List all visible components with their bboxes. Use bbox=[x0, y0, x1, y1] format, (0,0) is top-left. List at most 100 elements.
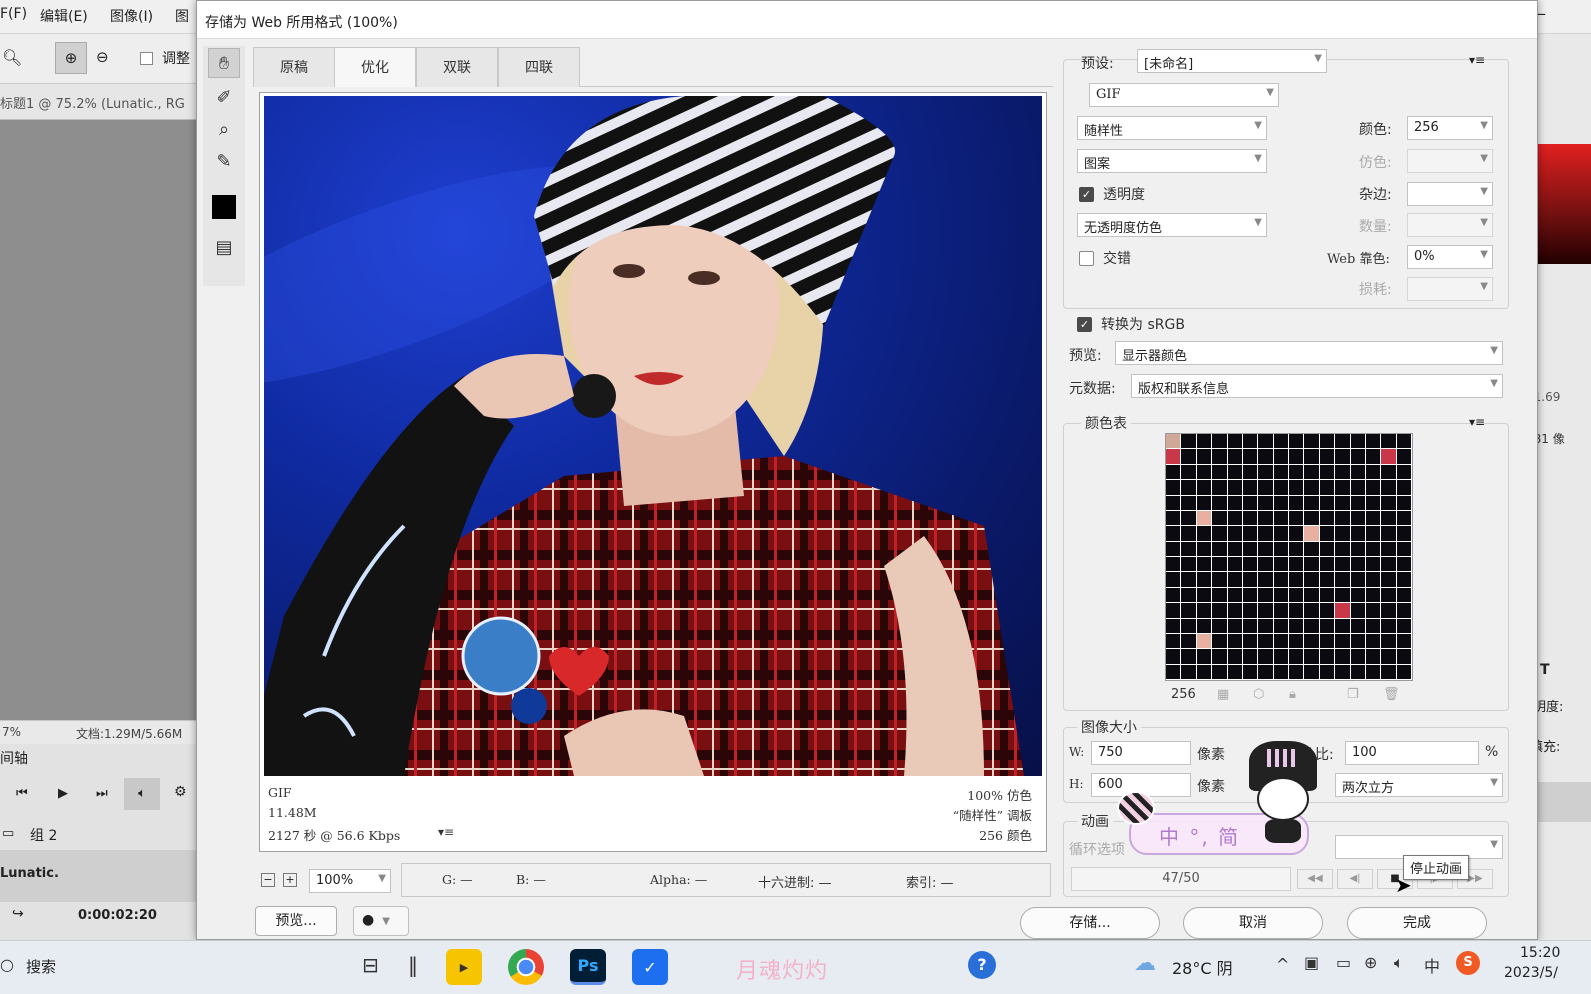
color-swatch[interactable] bbox=[1304, 510, 1320, 527]
feishu-app-icon[interactable]: ✓ bbox=[632, 949, 668, 985]
color-swatch[interactable] bbox=[1166, 618, 1182, 634]
web-shift-icon[interactable]: ⬡ bbox=[1253, 687, 1264, 702]
color-swatch[interactable] bbox=[1273, 572, 1289, 588]
color-swatch[interactable] bbox=[1212, 633, 1228, 650]
color-swatch[interactable] bbox=[1304, 464, 1320, 481]
color-swatch[interactable] bbox=[1289, 449, 1305, 465]
color-swatch[interactable] bbox=[1396, 434, 1412, 450]
color-swatch[interactable] bbox=[1381, 495, 1397, 511]
color-swatch[interactable] bbox=[1181, 587, 1197, 604]
color-swatch[interactable] bbox=[1365, 649, 1382, 665]
color-swatch[interactable] bbox=[1181, 633, 1197, 650]
color-swatch[interactable] bbox=[1273, 603, 1289, 619]
color-swatch[interactable] bbox=[1196, 464, 1213, 481]
color-swatch[interactable] bbox=[1212, 449, 1228, 465]
menu-image[interactable]: 图像(I) bbox=[110, 6, 153, 26]
color-swatch[interactable] bbox=[1304, 633, 1320, 650]
color-swatch[interactable] bbox=[1335, 649, 1351, 665]
color-swatch[interactable] bbox=[1289, 480, 1305, 496]
color-swatch[interactable] bbox=[1319, 541, 1336, 557]
color-swatch[interactable] bbox=[1227, 434, 1243, 450]
sogou-ime-icon[interactable]: S bbox=[1456, 951, 1480, 975]
color-swatch[interactable] bbox=[1304, 449, 1320, 465]
color-swatch[interactable] bbox=[1166, 526, 1182, 542]
color-swatch[interactable] bbox=[1273, 449, 1289, 465]
color-swatch[interactable] bbox=[1196, 510, 1213, 527]
previous-frame-button[interactable]: ◀| bbox=[1337, 869, 1373, 889]
color-swatch[interactable] bbox=[1365, 434, 1382, 450]
color-swatch[interactable] bbox=[1319, 587, 1336, 604]
color-swatch[interactable] bbox=[1212, 603, 1228, 619]
color-swatch[interactable] bbox=[1319, 526, 1336, 542]
color-swatch[interactable] bbox=[1381, 449, 1397, 465]
color-swatch[interactable] bbox=[1335, 557, 1351, 573]
color-swatch[interactable] bbox=[1273, 633, 1289, 650]
color-swatch[interactable] bbox=[1242, 480, 1259, 496]
color-swatch[interactable] bbox=[1381, 649, 1397, 665]
color-swatch[interactable] bbox=[1227, 603, 1243, 619]
color-swatch[interactable] bbox=[1258, 633, 1274, 650]
help-icon[interactable]: ? bbox=[968, 951, 996, 979]
color-swatch[interactable] bbox=[1273, 526, 1289, 542]
color-swatch[interactable] bbox=[1227, 633, 1243, 650]
color-swatch[interactable] bbox=[1242, 495, 1259, 511]
color-swatch[interactable] bbox=[1166, 664, 1182, 680]
color-swatch[interactable] bbox=[1242, 664, 1259, 680]
color-swatch[interactable] bbox=[1227, 572, 1243, 588]
color-swatch[interactable] bbox=[1258, 510, 1274, 527]
cancel-button[interactable]: 取消 bbox=[1183, 907, 1323, 939]
color-swatch[interactable] bbox=[1365, 480, 1382, 496]
color-swatch[interactable] bbox=[1242, 434, 1259, 450]
color-swatch[interactable] bbox=[1381, 541, 1397, 557]
color-swatch[interactable] bbox=[1181, 449, 1197, 465]
color-swatch[interactable] bbox=[1350, 480, 1366, 496]
eyedropper-tool-icon[interactable]: ✎ bbox=[208, 146, 240, 176]
tab-optimized[interactable]: 优化 bbox=[334, 47, 416, 87]
color-swatch[interactable] bbox=[1289, 649, 1305, 665]
color-swatch[interactable] bbox=[1242, 526, 1259, 542]
color-swatch[interactable] bbox=[1242, 541, 1259, 557]
color-swatch[interactable] bbox=[1289, 633, 1305, 650]
color-swatch[interactable] bbox=[1196, 434, 1213, 450]
zoom-select[interactable]: 100% ▼ bbox=[309, 869, 391, 893]
color-swatch[interactable] bbox=[1396, 603, 1412, 619]
zoom-out-icon[interactable]: ⊖ bbox=[96, 48, 109, 66]
color-swatch[interactable] bbox=[1304, 434, 1320, 450]
color-swatch[interactable] bbox=[1319, 649, 1336, 665]
color-table-grid[interactable] bbox=[1165, 433, 1413, 681]
color-swatch[interactable] bbox=[1335, 633, 1351, 650]
color-swatch[interactable] bbox=[1196, 649, 1213, 665]
color-swatch[interactable] bbox=[1212, 541, 1228, 557]
color-swatch[interactable] bbox=[1227, 649, 1243, 665]
color-swatch[interactable] bbox=[1350, 449, 1366, 465]
metadata-select[interactable]: 版权和联系信息 ▼ bbox=[1131, 374, 1503, 398]
color-swatch[interactable] bbox=[1304, 603, 1320, 619]
color-swatch[interactable] bbox=[1273, 434, 1289, 450]
color-swatch[interactable] bbox=[1365, 572, 1382, 588]
preview-button[interactable]: 预览... bbox=[255, 906, 337, 936]
color-swatch[interactable] bbox=[1319, 633, 1336, 650]
chrome-app-icon[interactable] bbox=[508, 949, 544, 985]
color-swatch[interactable] bbox=[1350, 633, 1366, 650]
save-button[interactable]: 存储... bbox=[1020, 907, 1160, 939]
color-swatch[interactable] bbox=[1381, 603, 1397, 619]
color-swatch[interactable] bbox=[1181, 664, 1197, 680]
hand-tool-icon[interactable]: ✋︎ bbox=[208, 48, 240, 78]
color-swatch[interactable] bbox=[1335, 526, 1351, 542]
color-swatch[interactable] bbox=[1258, 587, 1274, 604]
color-swatch[interactable] bbox=[1304, 649, 1320, 665]
color-swatch[interactable] bbox=[1350, 495, 1366, 511]
color-swatch[interactable] bbox=[1381, 526, 1397, 542]
color-swatch[interactable] bbox=[1273, 557, 1289, 573]
color-table-menu-icon[interactable]: ▾≡ bbox=[1469, 415, 1485, 429]
interlaced-checkbox[interactable] bbox=[1079, 251, 1094, 266]
color-swatch[interactable] bbox=[1166, 649, 1182, 665]
color-swatch[interactable] bbox=[1242, 618, 1259, 634]
color-swatch[interactable] bbox=[1350, 649, 1366, 665]
color-swatch[interactable] bbox=[1242, 464, 1259, 481]
color-swatch[interactable] bbox=[1335, 449, 1351, 465]
color-swatch[interactable] bbox=[1319, 434, 1336, 450]
color-swatch[interactable] bbox=[1396, 480, 1412, 496]
ime-mode-icon[interactable]: 中 bbox=[1424, 953, 1440, 977]
color-swatch[interactable] bbox=[1319, 480, 1336, 496]
